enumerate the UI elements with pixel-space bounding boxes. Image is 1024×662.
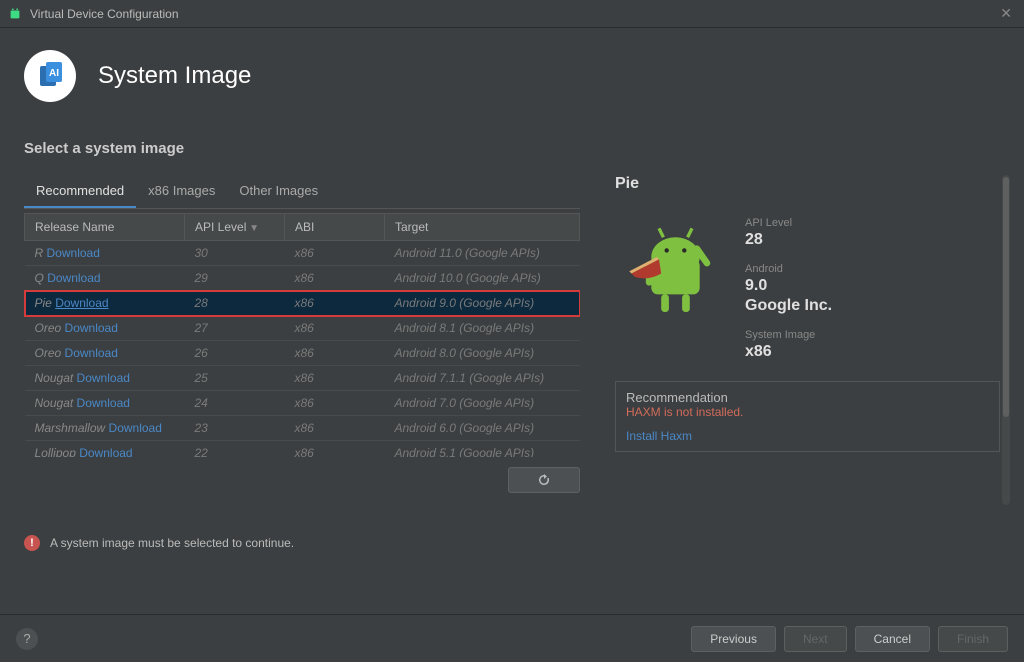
cell-abi: x86 bbox=[285, 391, 385, 416]
cell-api: 25 bbox=[185, 366, 285, 391]
table-row[interactable]: Pie Download 28x86Android 9.0 (Google API… bbox=[25, 291, 580, 316]
cancel-button[interactable]: Cancel bbox=[855, 626, 930, 652]
cell-target: Android 9.0 (Google APIs) bbox=[385, 291, 580, 316]
finish-button[interactable]: Finish bbox=[938, 626, 1008, 652]
cell-target: Android 7.1.1 (Google APIs) bbox=[385, 366, 580, 391]
release-name: Nougat bbox=[35, 371, 74, 385]
details-pane: Pie bbox=[602, 175, 1000, 493]
cell-target: Android 8.0 (Google APIs) bbox=[385, 341, 580, 366]
table-row[interactable]: Nougat Download 24x86Android 7.0 (Google … bbox=[25, 391, 580, 416]
download-link[interactable]: Download bbox=[47, 271, 100, 285]
detail-release-name: Pie bbox=[615, 175, 1000, 193]
table-row[interactable]: Oreo Download 27x86Android 8.1 (Google AP… bbox=[25, 316, 580, 341]
cell-abi: x86 bbox=[285, 241, 385, 266]
table-row[interactable]: Nougat Download 25x86Android 7.1.1 (Googl… bbox=[25, 366, 580, 391]
page-title: System Image bbox=[98, 62, 251, 90]
refresh-icon bbox=[536, 472, 552, 488]
error-row: ! A system image must be selected to con… bbox=[24, 535, 1000, 551]
release-name: Marshmallow bbox=[35, 421, 106, 435]
cell-abi: x86 bbox=[285, 341, 385, 366]
cell-target: Android 7.0 (Google APIs) bbox=[385, 391, 580, 416]
download-link[interactable]: Download bbox=[65, 321, 118, 335]
image-tabs: Recommended x86 Images Other Images bbox=[24, 175, 580, 209]
cell-target: Android 6.0 (Google APIs) bbox=[385, 416, 580, 441]
recommendation-legend: Recommendation bbox=[626, 390, 728, 405]
wizard-footer: ? Previous Next Cancel Finish bbox=[0, 614, 1024, 662]
download-link[interactable]: Download bbox=[65, 346, 118, 360]
help-button[interactable]: ? bbox=[16, 628, 38, 650]
system-image-table: Release Name API Level ABI Target R Down… bbox=[24, 213, 580, 457]
install-haxm-link[interactable]: Install Haxm bbox=[626, 429, 989, 443]
tab-x86-images[interactable]: x86 Images bbox=[136, 175, 227, 208]
table-row[interactable]: R Download 30x86Android 11.0 (Google APIs… bbox=[25, 241, 580, 266]
svg-text:AI: AI bbox=[49, 68, 59, 79]
cell-abi: x86 bbox=[285, 441, 385, 458]
value-system-image: x86 bbox=[745, 343, 832, 361]
error-message: A system image must be selected to conti… bbox=[50, 536, 294, 550]
table-row[interactable]: Marshmallow Download 23x86Android 6.0 (Go… bbox=[25, 416, 580, 441]
refresh-button[interactable] bbox=[508, 467, 580, 493]
android-pie-icon bbox=[615, 213, 725, 361]
error-icon: ! bbox=[24, 535, 40, 551]
cell-target: Android 5.1 (Google APIs) bbox=[385, 441, 580, 458]
release-name: Q bbox=[35, 271, 44, 285]
value-vendor: Google Inc. bbox=[745, 297, 832, 315]
haxm-warning: HAXM is not installed. bbox=[626, 405, 989, 419]
detail-scrollbar[interactable] bbox=[1002, 175, 1010, 505]
label-system-image: System Image bbox=[745, 329, 832, 341]
download-link[interactable]: Download bbox=[77, 371, 130, 385]
col-api-level[interactable]: API Level bbox=[185, 214, 285, 241]
cell-api: 24 bbox=[185, 391, 285, 416]
table-row[interactable]: Q Download 29x86Android 10.0 (Google APIs… bbox=[25, 266, 580, 291]
cell-api: 30 bbox=[185, 241, 285, 266]
table-row[interactable]: Lollipop Download 22x86Android 5.1 (Googl… bbox=[25, 441, 580, 458]
cell-abi: x86 bbox=[285, 291, 385, 316]
value-api-level: 28 bbox=[745, 231, 832, 249]
tab-recommended[interactable]: Recommended bbox=[24, 175, 136, 208]
download-link[interactable]: Download bbox=[109, 421, 162, 435]
download-link[interactable]: Download bbox=[55, 296, 108, 310]
release-name: R bbox=[35, 246, 44, 260]
cell-target: Android 8.1 (Google APIs) bbox=[385, 316, 580, 341]
cell-abi: x86 bbox=[285, 366, 385, 391]
release-name: Nougat bbox=[35, 396, 74, 410]
next-button[interactable]: Next bbox=[784, 626, 847, 652]
release-name: Oreo bbox=[35, 346, 62, 360]
download-link[interactable]: Download bbox=[79, 446, 132, 457]
close-icon[interactable]: ✕ bbox=[996, 5, 1016, 22]
col-target[interactable]: Target bbox=[385, 214, 580, 241]
cell-api: 28 bbox=[185, 291, 285, 316]
cell-api: 26 bbox=[185, 341, 285, 366]
recommendation-box: Recommendation HAXM is not installed. In… bbox=[615, 381, 1000, 452]
release-name: Oreo bbox=[35, 321, 62, 335]
release-name: Pie bbox=[35, 296, 52, 310]
cell-api: 23 bbox=[185, 416, 285, 441]
release-name: Lollipop bbox=[35, 446, 76, 457]
cell-api: 27 bbox=[185, 316, 285, 341]
window-title: Virtual Device Configuration bbox=[30, 7, 996, 21]
cell-target: Android 10.0 (Google APIs) bbox=[385, 266, 580, 291]
title-bar: Virtual Device Configuration ✕ bbox=[0, 0, 1024, 28]
tab-other-images[interactable]: Other Images bbox=[227, 175, 330, 208]
cell-abi: x86 bbox=[285, 416, 385, 441]
download-link[interactable]: Download bbox=[77, 396, 130, 410]
android-studio-icon bbox=[8, 7, 22, 21]
label-android: Android bbox=[745, 263, 832, 275]
previous-button[interactable]: Previous bbox=[691, 626, 776, 652]
system-image-icon: AI bbox=[24, 50, 76, 102]
value-android-version: 9.0 bbox=[745, 277, 832, 295]
download-link[interactable]: Download bbox=[47, 246, 100, 260]
label-api-level: API Level bbox=[745, 217, 832, 229]
table-row[interactable]: Oreo Download 26x86Android 8.0 (Google AP… bbox=[25, 341, 580, 366]
page-header: AI System Image bbox=[24, 50, 1000, 102]
cell-abi: x86 bbox=[285, 316, 385, 341]
image-table-wrap: Release Name API Level ABI Target R Down… bbox=[24, 209, 580, 457]
cell-abi: x86 bbox=[285, 266, 385, 291]
cell-target: Android 11.0 (Google APIs) bbox=[385, 241, 580, 266]
cell-api: 29 bbox=[185, 266, 285, 291]
section-title: Select a system image bbox=[24, 140, 1000, 157]
col-abi[interactable]: ABI bbox=[285, 214, 385, 241]
cell-api: 22 bbox=[185, 441, 285, 458]
col-release-name[interactable]: Release Name bbox=[25, 214, 185, 241]
